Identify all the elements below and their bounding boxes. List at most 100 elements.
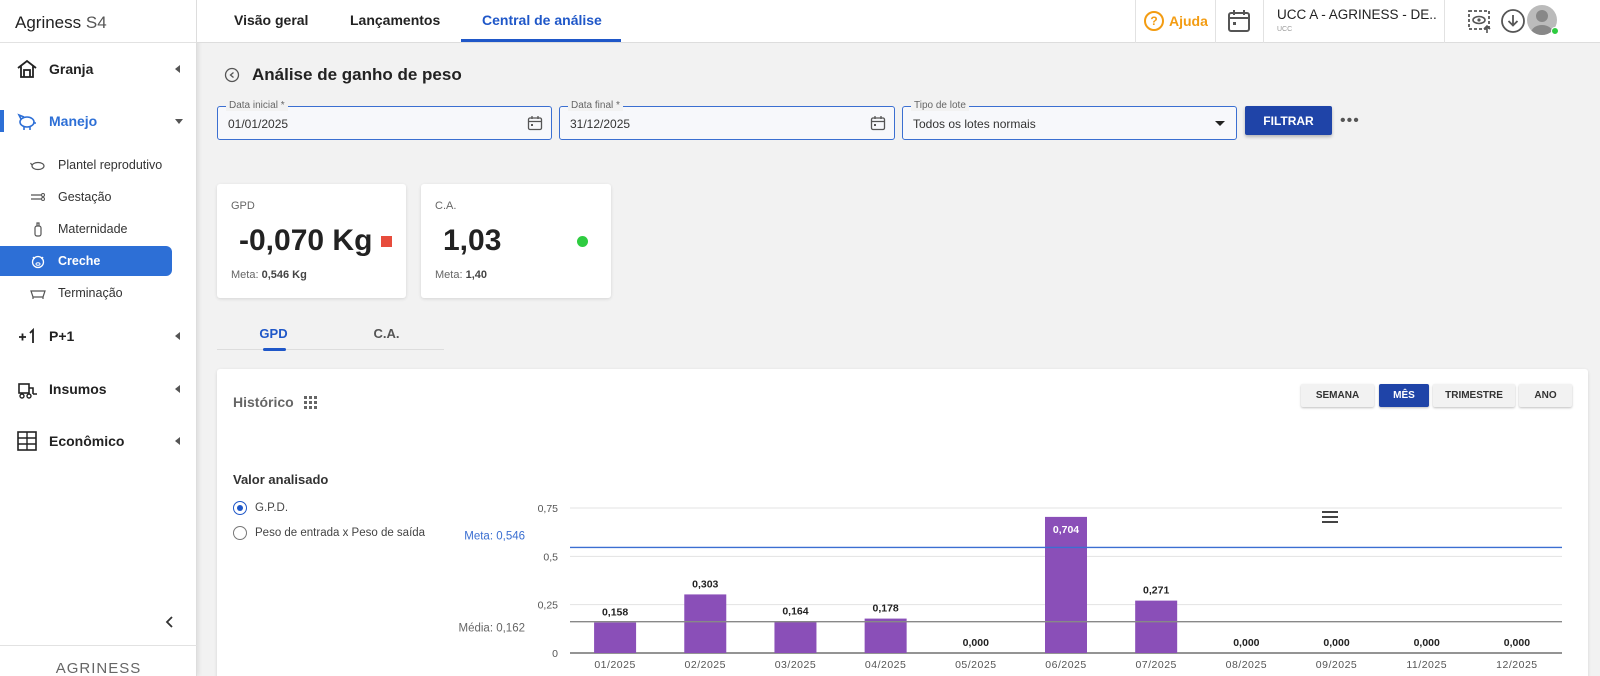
sidebar-subitem-label: Terminação <box>58 286 123 300</box>
kpi-value: 1,03 <box>443 224 502 257</box>
tab-gpd[interactable]: GPD <box>217 320 330 350</box>
download-icon[interactable] <box>1500 8 1526 34</box>
history-title: Histórico <box>233 394 294 410</box>
field-label: Data final * <box>568 100 623 111</box>
period-mes-button[interactable]: MÊS <box>1379 384 1429 407</box>
view-upload-icon[interactable] <box>1467 8 1493 34</box>
period-trimestre-button[interactable]: TRIMESTRE <box>1433 384 1515 407</box>
spreadsheet-icon <box>17 431 37 451</box>
unit-selector[interactable]: UCC A - AGRINESS - DE... UCC <box>1277 7 1437 33</box>
sow-icon <box>30 161 45 171</box>
sidebar-item-granja[interactable]: Granja <box>0 57 197 81</box>
grid-icon[interactable] <box>303 395 317 409</box>
tab-ca[interactable]: C.A. <box>330 320 443 350</box>
divider <box>1135 0 1136 43</box>
sidebar-subitem-plantel[interactable]: Plantel reprodutivo <box>0 150 172 180</box>
calendar-icon[interactable] <box>870 115 886 131</box>
kpi-card-gpd: GPD -0,070 Kg Meta: 0,546 Kg <box>217 184 406 298</box>
divider <box>1444 0 1445 43</box>
sidebar-subitem-label: Creche <box>58 254 101 268</box>
kpi-label: C.A. <box>435 200 457 212</box>
chart-menu-icon[interactable] <box>1322 510 1338 524</box>
chevron-down-icon <box>175 118 183 124</box>
start-date-field[interactable]: Data inicial * 01/01/2025 <box>217 100 552 140</box>
bottle-icon <box>34 222 42 237</box>
tab-lancamentos[interactable]: Lançamentos <box>350 0 440 43</box>
plus-one-icon <box>19 327 34 343</box>
collapse-sidebar-icon[interactable] <box>163 615 177 629</box>
calendar-icon[interactable] <box>1226 8 1252 34</box>
unit-name: UCC A - AGRINESS - DE... <box>1277 7 1437 22</box>
sidebar-item-insumos[interactable]: Insumos <box>0 377 197 401</box>
tab-visao-geral[interactable]: Visão geral <box>234 0 308 43</box>
sidebar-item-label: Econômico <box>49 433 125 449</box>
piglet-icon <box>31 255 45 269</box>
sidebar-item-economico[interactable]: Econômico <box>0 429 197 453</box>
unit-type: UCC <box>1277 26 1293 33</box>
app-version: S4 <box>85 13 107 32</box>
radio-peso-entrada-saida[interactable]: Peso de entrada x Peso de saída <box>233 526 425 540</box>
period-semana-button[interactable]: SEMANA <box>1301 384 1374 407</box>
gestation-icon <box>31 193 45 201</box>
calendar-icon[interactable] <box>527 115 543 131</box>
app-name: Agriness <box>15 13 82 32</box>
radio-label: G.P.D. <box>255 502 289 514</box>
sidebar-item-p1[interactable]: P+1 <box>0 324 197 348</box>
radio-unselected-icon <box>233 526 247 540</box>
kpi-meta: Meta: 1,40 <box>435 269 487 281</box>
filter-button[interactable]: FILTRAR <box>1245 106 1332 135</box>
trough-icon <box>30 290 46 299</box>
help-icon: ? <box>1144 11 1164 31</box>
field-value: 01/01/2025 <box>228 117 289 131</box>
chevron-left-icon <box>175 65 180 73</box>
back-icon[interactable] <box>224 67 240 83</box>
end-date-field[interactable]: Data final * 31/12/2025 <box>559 100 895 140</box>
dropdown-arrow-icon <box>1215 121 1225 126</box>
field-label: Data inicial * <box>226 100 288 111</box>
period-ano-button[interactable]: ANO <box>1519 384 1572 407</box>
sidebar-subitem-creche[interactable]: Creche <box>0 246 172 276</box>
divider <box>1263 0 1264 43</box>
kpi-meta: Meta: 0,546 Kg <box>231 269 307 281</box>
history-panel: Histórico SEMANA MÊS TRIMESTRE ANO Valor… <box>217 369 1588 676</box>
chevron-left-icon <box>175 385 180 393</box>
help-label: Ajuda <box>1169 13 1208 29</box>
radio-label: Peso de entrada x Peso de saída <box>255 527 426 539</box>
agriness-logo: AGRINESS <box>0 645 197 676</box>
tab-central-analise[interactable]: Central de análise <box>482 0 602 43</box>
sidebar-item-label: P+1 <box>49 328 75 344</box>
chevron-left-icon <box>175 437 180 445</box>
sidebar-item-label: Insumos <box>49 381 107 397</box>
sidebar-subitem-label: Maternidade <box>58 222 128 236</box>
online-status-dot <box>1551 27 1559 35</box>
history-header: Histórico <box>233 394 317 410</box>
lot-type-select[interactable]: Tipo de lote Todos os lotes normais <box>902 100 1237 140</box>
help-button[interactable]: ? Ajuda <box>1144 10 1208 32</box>
status-dot-icon <box>577 236 588 247</box>
page-title: Análise de ganho de peso <box>252 65 462 84</box>
more-options-icon[interactable]: ••• <box>1340 112 1360 130</box>
page-header: Análise de ganho de peso <box>224 65 462 85</box>
sidebar-item-label: Manejo <box>49 113 98 129</box>
radio-selected-icon <box>233 501 247 515</box>
active-tab-indicator <box>461 39 621 42</box>
sidebar-item-manejo[interactable]: Manejo <box>0 109 197 133</box>
sidebar-item-label: Granja <box>49 61 94 77</box>
sidebar-subitem-label: Plantel reprodutivo <box>58 158 163 172</box>
field-value: 31/12/2025 <box>570 117 631 131</box>
top-bar: Visão geral Lançamentos Central de análi… <box>197 0 1600 43</box>
kpi-card-ca: C.A. 1,03 Meta: 1,40 <box>421 184 611 298</box>
piggy-icon <box>17 113 36 130</box>
active-tab-indicator <box>263 348 286 351</box>
sidebar-subitem-maternidade[interactable]: Maternidade <box>0 214 172 244</box>
radio-gpd[interactable]: G.P.D. <box>233 501 288 515</box>
sidebar-subitem-terminacao[interactable]: Terminação <box>0 278 172 308</box>
barn-icon <box>17 59 37 78</box>
divider <box>1215 0 1216 43</box>
sidebar: Agriness S4 Granja Manejo Plantel reprod… <box>0 0 197 676</box>
kpi-value: -0,070 Kg <box>239 224 373 257</box>
forklift-icon <box>18 383 37 399</box>
field-label: Tipo de lote <box>911 100 969 111</box>
sidebar-subitem-label: Gestação <box>58 190 112 204</box>
sidebar-subitem-gestacao[interactable]: Gestação <box>0 182 172 212</box>
